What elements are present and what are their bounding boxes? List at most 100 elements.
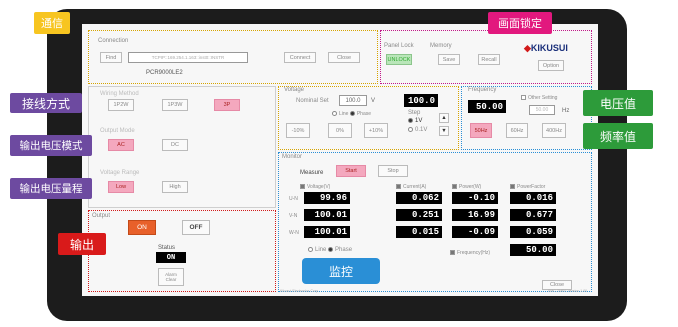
find-button[interactable]: Find [100, 52, 122, 63]
device-name: PCR9000LE2 [146, 70, 183, 76]
output-off-button[interactable]: OFF [182, 220, 210, 235]
row-label-vn: V-N [289, 213, 298, 219]
tag-monitor: 监控 [302, 258, 380, 284]
start-button[interactable]: Start [336, 165, 366, 177]
header-power[interactable]: Power(W) [452, 184, 481, 190]
alarm-clear-button[interactable]: Alarm Clear [158, 268, 184, 286]
connection-title: Connection [98, 38, 129, 44]
other-setting-check-icon[interactable] [521, 95, 526, 100]
tag-wiring-method: 接线方式 [10, 93, 82, 113]
unlock-button[interactable]: UNLOCK [386, 54, 412, 65]
monitor-phase-label: Phase [335, 247, 353, 254]
voltage-check-icon[interactable] [300, 184, 305, 189]
monitor-title: Monitor [282, 154, 303, 160]
frequency-unit: Hz [562, 108, 570, 114]
freq-50hz-button[interactable]: 50Hz [470, 123, 492, 138]
connect-button[interactable]: Connect [284, 52, 316, 63]
frequency-monitor-label: Frequency(Hz) [457, 249, 491, 256]
output-on-button[interactable]: ON [128, 220, 156, 235]
status-display: ON [156, 252, 186, 263]
header-current-label: Current(A) [403, 183, 427, 190]
freq-60hz-button[interactable]: 60Hz [506, 123, 528, 138]
logo-diamond-icon: ◆ [524, 43, 531, 53]
current-check-icon[interactable] [396, 184, 401, 189]
frequency-title: Frequency [468, 87, 497, 93]
phase-radio-icon[interactable] [349, 111, 355, 116]
other-setting-checkbox[interactable]: Other Setting [521, 95, 557, 101]
row-label-wn: W-N [289, 230, 299, 236]
option-button[interactable]: Option [538, 60, 564, 71]
voltage-zero-button[interactable]: 0% [328, 123, 352, 138]
nominal-voltage-input[interactable]: 100.0 [339, 95, 367, 106]
monitor-phase-radio-icon[interactable] [328, 247, 334, 252]
status-label: Status [158, 245, 176, 251]
nominal-set-label: Nominal Set [296, 98, 329, 104]
close-connection-button[interactable]: Close [328, 52, 360, 63]
monitor-frequency-value: 50.00 [510, 244, 556, 256]
voltage-range-title: Voltage Range [100, 170, 140, 176]
header-power-label: Power(W) [459, 183, 482, 190]
monitor-line-label: Line [315, 247, 327, 254]
address-field[interactable]: TCPIP::169.254.1.163::inst0::INSTR [128, 52, 248, 63]
brand-name: KIKUSUI [530, 43, 568, 53]
wiring-title: Wiring Method [100, 91, 139, 97]
stop-button[interactable]: Stop [378, 165, 408, 177]
power-check-icon[interactable] [452, 184, 457, 189]
frequency-monitor-checkbox[interactable]: Frequency(Hz) [450, 250, 490, 256]
wn-voltage-value: 100.01 [304, 226, 350, 238]
step-down-button[interactable]: ▼ [439, 126, 449, 136]
step-01v-option[interactable]: 0.1V [408, 127, 427, 133]
wiring-3p-button[interactable]: 3P [214, 99, 240, 111]
tag-frequency-value: 频率值 [583, 123, 653, 149]
mode-ac-button[interactable]: AC [108, 139, 134, 151]
header-powerfactor[interactable]: PowerFactor [510, 184, 545, 190]
output-title: Output [92, 213, 111, 219]
wn-current-value: 0.015 [396, 226, 442, 238]
line-phase-toggle[interactable]: Line Phase [332, 111, 371, 117]
voltage-minus-10-button[interactable]: -10% [286, 123, 310, 138]
vn-current-value: 0.251 [396, 209, 442, 221]
frequency-check-icon[interactable] [450, 250, 455, 255]
mode-dc-button[interactable]: DC [162, 139, 188, 151]
voltage-display: 100.0 [404, 94, 438, 107]
save-button[interactable]: Save [438, 54, 460, 65]
range-low-button[interactable]: Low [108, 181, 134, 193]
output-mode-title: Output Mode [100, 128, 135, 134]
step-1v-option[interactable]: 1V [408, 118, 422, 124]
step-01v-radio-icon[interactable] [408, 127, 413, 132]
un-pf-value: 0.016 [510, 192, 556, 204]
wiring-1p2w-button[interactable]: 1P2W [108, 99, 134, 111]
tag-output-voltage-range: 输出电压量程 [10, 178, 92, 199]
line-radio-icon[interactable] [332, 111, 337, 116]
wn-power-value: -0.09 [452, 226, 498, 238]
step-01v-label: 0.1V [415, 127, 428, 134]
header-voltage[interactable]: Voltage(V) [300, 184, 330, 190]
step-1v-radio-icon[interactable] [408, 118, 413, 123]
un-current-value: 0.062 [396, 192, 442, 204]
line-label: Line [339, 110, 349, 117]
voltage-unit: V [371, 98, 376, 104]
wn-pf-value: 0.059 [510, 226, 556, 238]
kikusui-logo: ◆KIKUSUI [524, 44, 568, 53]
wiring-1p3w-button[interactable]: 1P3W [162, 99, 188, 111]
header-current[interactable]: Current(A) [396, 184, 426, 190]
voltage-plus-10-button[interactable]: +10% [364, 123, 388, 138]
step-1v-label: 1V [415, 118, 423, 125]
monitor-line-radio-icon[interactable] [308, 247, 313, 252]
memory-title: Memory [430, 43, 452, 49]
powerfactor-check-icon[interactable] [510, 184, 515, 189]
un-power-value: -0.10 [452, 192, 498, 204]
tag-comm: 通信 [34, 12, 70, 34]
step-up-button[interactable]: ▲ [439, 113, 449, 123]
measure-label: Measure [300, 170, 324, 176]
recall-button[interactable]: Recall [478, 54, 500, 65]
monitor-line-phase-toggle[interactable]: Line Phase [308, 247, 352, 253]
tag-panel-lock: 画面锁定 [488, 12, 552, 34]
voltage-title: Voltage [284, 87, 305, 93]
range-high-button[interactable]: High [162, 181, 188, 193]
freq-400hz-button[interactable]: 400Hz [542, 123, 566, 138]
vn-pf-value: 0.677 [510, 209, 556, 221]
other-frequency-input[interactable]: 50.00 [529, 105, 555, 115]
panel-lock-title: Panel Lock [384, 43, 414, 49]
arrow-down-icon: ▼ [441, 128, 447, 134]
